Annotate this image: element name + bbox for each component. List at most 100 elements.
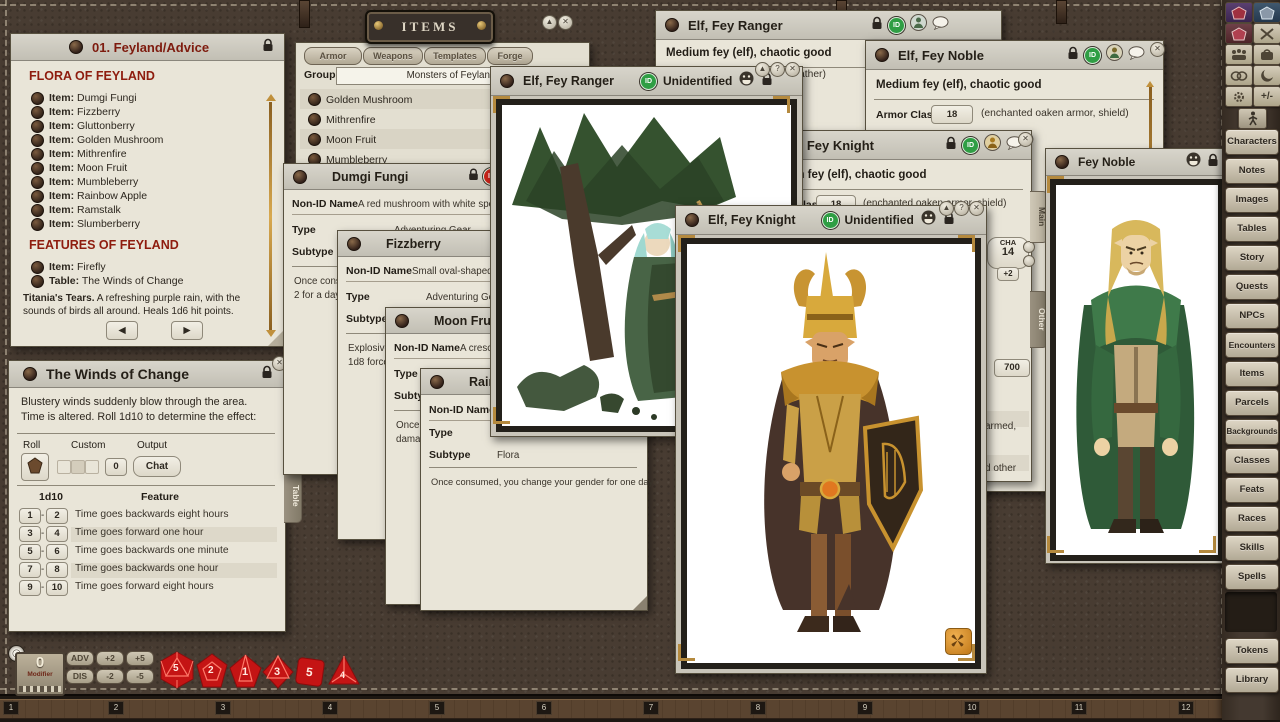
- winds-titlebar[interactable]: The Winds of Change: [9, 361, 285, 388]
- knight-sheet-close-button[interactable]: ✕: [1018, 132, 1033, 147]
- story-titlebar[interactable]: 01. Feyland/Advice: [11, 34, 284, 61]
- sidebar-item-backgrounds[interactable]: Backgrounds: [1225, 419, 1279, 445]
- portrait-icon[interactable]: [921, 210, 936, 230]
- range-hi[interactable]: 10: [46, 580, 68, 596]
- window-dot-icon[interactable]: [875, 48, 889, 62]
- range-hi[interactable]: 8: [46, 562, 68, 578]
- moon-calendar-button[interactable]: [1253, 65, 1280, 86]
- token-icon[interactable]: [1106, 44, 1123, 66]
- page-next-button[interactable]: ▶: [171, 321, 203, 340]
- window-dot-icon[interactable]: [69, 40, 83, 54]
- range-lo[interactable]: 7: [19, 562, 41, 578]
- dumgi-titlebar[interactable]: Dumgi Fungi ID: [284, 164, 506, 190]
- chat-bubble-icon[interactable]: [1128, 46, 1145, 65]
- link-label[interactable]: Dumgi Fungi: [77, 92, 137, 104]
- link-label[interactable]: Slumberberry: [77, 218, 140, 230]
- plus5-button[interactable]: +5: [126, 651, 154, 666]
- output-modifier-box[interactable]: 0: [105, 458, 127, 476]
- sidebar-item-story[interactable]: Story: [1225, 245, 1279, 271]
- sidebar-item-characters[interactable]: Characters: [1225, 129, 1279, 155]
- link-bullet[interactable]: [31, 204, 44, 217]
- link-bullet[interactable]: [31, 176, 44, 189]
- link-label[interactable]: Mithrenfire: [77, 148, 127, 160]
- window-dot-icon[interactable]: [430, 375, 444, 389]
- tab-forge[interactable]: Forge: [487, 47, 533, 65]
- portrait-icon[interactable]: [1186, 152, 1201, 172]
- link-label[interactable]: Firefly: [77, 261, 106, 273]
- story-link[interactable]: Item: Dumgi Fungi: [49, 92, 137, 104]
- window-menu-button[interactable]: ▲: [755, 62, 770, 77]
- range-hi[interactable]: 6: [46, 544, 68, 560]
- die-d8[interactable]: 3: [261, 654, 295, 695]
- link-label[interactable]: Moon Fruit: [77, 162, 127, 174]
- dis-button[interactable]: DIS: [66, 669, 94, 684]
- items-window-shade-button[interactable]: ▲: [542, 15, 557, 30]
- image-window-noble[interactable]: Fey Noble: [1045, 148, 1228, 564]
- story-link[interactable]: Item: Ramstalk: [49, 204, 121, 216]
- window-dot-icon[interactable]: [665, 18, 679, 32]
- list-item[interactable]: Moon Fruit: [326, 134, 376, 146]
- window-dot-icon[interactable]: [500, 74, 514, 88]
- link-bullet[interactable]: [31, 92, 44, 105]
- lock-icon[interactable]: [945, 136, 957, 155]
- portrait-icon[interactable]: [739, 71, 754, 91]
- cha-mod-bubble[interactable]: +2: [997, 267, 1019, 281]
- custom-die-slot[interactable]: [71, 460, 85, 474]
- lock-icon[interactable]: [871, 16, 883, 35]
- lock-icon[interactable]: [262, 38, 274, 57]
- link-bullet[interactable]: [31, 275, 44, 288]
- scroll-arrow-up-icon[interactable]: [1146, 81, 1154, 87]
- range-lo[interactable]: 9: [19, 580, 41, 596]
- sidebar-item-feats[interactable]: Feats: [1225, 477, 1279, 503]
- story-link[interactable]: Item: Rainbow Apple: [49, 190, 147, 202]
- winds-table-window[interactable]: The Winds of Change Blustery winds sudde…: [8, 360, 286, 632]
- item-bullet[interactable]: [308, 113, 321, 126]
- xp-value[interactable]: 700: [994, 359, 1030, 377]
- sidebar-item-parcels[interactable]: Parcels: [1225, 390, 1279, 416]
- sidebar-item-spells[interactable]: Spells: [1225, 564, 1279, 590]
- lock-icon[interactable]: [261, 365, 273, 384]
- link-bullet[interactable]: [31, 261, 44, 274]
- sidebar-item-quests[interactable]: Quests: [1225, 274, 1279, 300]
- token-icon[interactable]: [984, 134, 1001, 156]
- story-scrollbar[interactable]: [269, 102, 272, 332]
- link-label[interactable]: Golden Mushroom: [77, 134, 163, 146]
- link-bullet[interactable]: [31, 190, 44, 203]
- output-chat-button[interactable]: Chat: [133, 456, 181, 477]
- bottom-ruler[interactable]: 1 2 3 4 5 6 7 8 9 10 11 12: [0, 694, 1280, 722]
- sidebar-item-races[interactable]: Races: [1225, 506, 1279, 532]
- link-bullet[interactable]: [31, 218, 44, 231]
- window-menu-button[interactable]: ▲: [939, 201, 954, 216]
- sidebar-item-encounters[interactable]: Encounters: [1225, 332, 1279, 358]
- roll-dice-button[interactable]: [21, 453, 49, 481]
- story-link[interactable]: Item: Moon Fruit: [49, 162, 127, 174]
- die-d6[interactable]: 5: [295, 657, 325, 692]
- noble-sheet-close-button[interactable]: ✕: [1150, 42, 1165, 57]
- story-link[interactable]: Item: Mumbleberry: [49, 176, 138, 188]
- sidebar-item-images[interactable]: Images: [1225, 187, 1279, 213]
- modifier-box[interactable]: 0 Modifier: [15, 652, 65, 696]
- minus2-button[interactable]: -2: [96, 669, 124, 684]
- story-link[interactable]: Table: The Winds of Change: [49, 275, 183, 287]
- custom-die-slot[interactable]: [85, 460, 99, 474]
- window-dot-icon[interactable]: [685, 213, 699, 227]
- window-close-button[interactable]: ✕: [785, 62, 800, 77]
- die-d12[interactable]: 2: [194, 652, 230, 695]
- walker-button[interactable]: [1238, 108, 1267, 129]
- effects-plusminus-button[interactable]: +/-: [1253, 86, 1280, 107]
- minus5-button[interactable]: -5: [126, 669, 154, 684]
- sidebar-item-items[interactable]: Items: [1225, 361, 1279, 387]
- page-prev-button[interactable]: ◀: [106, 321, 138, 340]
- story-link[interactable]: Item: Firefly: [49, 261, 106, 273]
- items-window-close-button[interactable]: ✕: [558, 15, 573, 30]
- dice-tower-red-button[interactable]: [1225, 23, 1253, 44]
- link-bullet[interactable]: [31, 148, 44, 161]
- image-window-knight[interactable]: ▲ ? ✕ Elf, Fey Knight ID Unidentified: [675, 205, 987, 674]
- link-label[interactable]: The Winds of Change: [82, 275, 184, 287]
- lock-icon[interactable]: [468, 168, 479, 186]
- window-help-button[interactable]: ?: [770, 62, 785, 77]
- tab-table[interactable]: Table: [284, 469, 302, 523]
- noble-image-titlebar[interactable]: Fey Noble: [1046, 149, 1227, 176]
- attack-swords-button[interactable]: [1253, 23, 1280, 44]
- lock-icon[interactable]: [1067, 46, 1079, 65]
